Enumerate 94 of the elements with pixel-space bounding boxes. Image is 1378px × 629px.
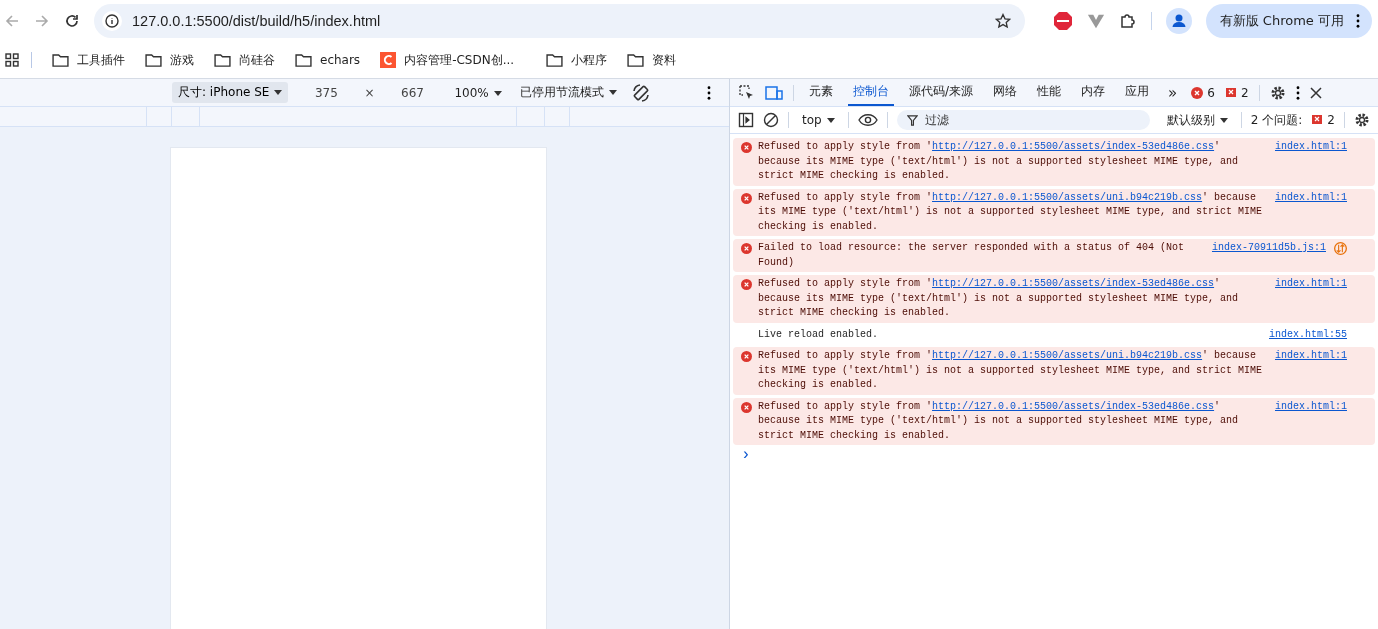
source-link[interactable]: index.html:1 xyxy=(1275,399,1347,414)
address-bar[interactable]: 127.0.0.1:5500/dist/build/h5/index.html xyxy=(94,4,1025,38)
clear-icon[interactable] xyxy=(763,112,779,128)
devtools-tab[interactable]: 内存 xyxy=(1076,79,1111,106)
devtools-tab[interactable]: 源代码/来源 xyxy=(904,79,979,106)
bookmark[interactable]: 内容管理-CSDN创... xyxy=(372,48,523,72)
url-link[interactable]: http://127.0.0.1:5500/assets/index-53ed486e.css xyxy=(932,400,1215,412)
device-toggle-icon[interactable] xyxy=(765,84,783,101)
bookmark[interactable]: 游戏 xyxy=(137,48,202,72)
more-icon[interactable] xyxy=(1295,85,1300,100)
bookmark[interactable]: 尚硅谷 xyxy=(206,48,283,72)
sidebar-icon[interactable] xyxy=(738,112,754,128)
rotate-icon[interactable] xyxy=(630,82,651,103)
devtools-tab[interactable]: 控制台 xyxy=(848,79,894,106)
close-icon[interactable] xyxy=(1309,86,1322,99)
source-link[interactable]: index.html:55 xyxy=(1269,327,1347,342)
devtools-tab[interactable]: 网络 xyxy=(988,79,1023,106)
message-text: Refused to apply style from 'http://127.0.0.1:5500/assets/uni.b94c219b.css' because its MIME type ('text/html') is not a supported stylesheet MIME type, and strict MIME checking is enabled. xyxy=(758,190,1263,234)
error-icon xyxy=(741,243,752,254)
update-chrome-button[interactable]: 有新版 Chrome 可用 xyxy=(1205,4,1372,38)
bookmark[interactable]: 工具插件 xyxy=(44,48,133,72)
url-text: 127.0.0.1:5500/dist/build/h5/index.html xyxy=(132,13,382,29)
message-text: Failed to load resource: the server responded with a status of 404 (Not Found) xyxy=(758,241,1186,270)
devtools-tab[interactable]: 应用 xyxy=(1120,79,1155,106)
folder-icon xyxy=(52,53,69,67)
error-icon xyxy=(741,192,752,204)
more-icon[interactable] xyxy=(707,85,711,100)
error-icon xyxy=(741,401,752,413)
zoom-dropdown[interactable]: 100% xyxy=(450,83,506,102)
error-icon xyxy=(1191,86,1204,99)
inspect-icon[interactable] xyxy=(739,84,755,101)
v-logo-icon[interactable] xyxy=(1086,12,1105,30)
issue-count[interactable]: 2 xyxy=(1224,85,1249,100)
caret-icon xyxy=(1219,117,1228,123)
eye-icon[interactable] xyxy=(857,113,878,127)
folder-icon xyxy=(627,53,645,67)
times-sign: × xyxy=(364,85,375,100)
filter-field[interactable]: 过滤 xyxy=(896,110,1150,130)
folder-icon xyxy=(295,53,312,67)
folder-icon xyxy=(145,53,162,67)
star-icon[interactable] xyxy=(994,13,1011,29)
stop-sign-icon[interactable] xyxy=(1052,11,1073,31)
devtools-tab[interactable]: 元素 xyxy=(804,79,838,106)
url-link[interactable]: http://127.0.0.1:5500/assets/index-53ed486e.css xyxy=(932,141,1215,152)
c-logo-icon xyxy=(380,52,397,68)
bookmark[interactable]: 资料 xyxy=(619,48,685,72)
filter-icon xyxy=(906,115,918,126)
url-link[interactable]: http://127.0.0.1:5500/assets/uni.b94c219b.css xyxy=(932,191,1203,203)
folder-icon xyxy=(546,53,564,67)
flag-icon xyxy=(1311,114,1324,126)
bookmark[interactable]: echars xyxy=(287,50,369,70)
url-link[interactable]: http://127.0.0.1:5500/assets/uni.b94c219b.css xyxy=(932,350,1203,361)
issues-count[interactable]: 2 xyxy=(1311,113,1335,127)
message-text: Refused to apply style from 'http://127.0.0.1:5500/assets/index-53ed486e.css' because its MIME type ('text/html') is not a supported stylesheet MIME type, and strict MIME checking is enabled. xyxy=(758,140,1240,183)
source-link[interactable]: index.html:1 xyxy=(1275,190,1347,205)
console-prompt[interactable]: › xyxy=(733,448,1375,463)
message-text: Refused to apply style from 'http://127.0.0.1:5500/assets/uni.b94c219b.css' because its MIME type ('text/html') is not a supported stylesheet MIME type, and strict MIME checking is enabled. xyxy=(758,349,1263,392)
bookmark[interactable]: 小程序 xyxy=(538,48,616,72)
context-dropdown[interactable]: top xyxy=(798,111,839,129)
more-tabs-button[interactable]: » xyxy=(1164,81,1182,104)
caret-icon xyxy=(493,90,502,96)
source-link[interactable]: index.html:1 xyxy=(1275,277,1347,292)
network-icon[interactable] xyxy=(1334,241,1347,255)
caret-icon xyxy=(274,90,283,95)
profile-icon[interactable] xyxy=(1165,8,1192,34)
settings-icon[interactable] xyxy=(1354,112,1370,128)
more-icon xyxy=(1356,14,1360,28)
source-link[interactable]: index.html:1 xyxy=(1275,349,1347,364)
error-icon xyxy=(741,142,752,153)
error-icon xyxy=(741,351,752,362)
apps-grid-icon[interactable] xyxy=(5,53,19,67)
error-count[interactable]: 6 xyxy=(1191,85,1215,100)
caret-icon xyxy=(826,118,835,123)
settings-icon[interactable] xyxy=(1269,84,1286,101)
reload-icon[interactable] xyxy=(64,13,80,29)
height-field[interactable]: 667 xyxy=(384,85,441,100)
source-link[interactable]: index.html:1 xyxy=(1275,140,1347,155)
message-text: Refused to apply style from 'http://127.0.0.1:5500/assets/index-53ed486e.css' because its MIME type ('text/html') is not a supported stylesheet MIME type, and strict MIME checking is enabled. xyxy=(758,399,1240,443)
puzzle-icon[interactable] xyxy=(1118,12,1137,30)
caret-icon xyxy=(608,90,617,95)
source-link[interactable]: index-70911d5b.js:1 xyxy=(1211,241,1326,256)
devtools-tab[interactable]: 性能 xyxy=(1032,79,1067,106)
url-link[interactable]: http://127.0.0.1:5500/assets/index-53ed486e.css xyxy=(932,278,1215,289)
flag-icon xyxy=(1224,86,1237,99)
folder-icon xyxy=(214,53,231,67)
message-text: Live reload enabled. xyxy=(758,327,880,342)
throttling-dropdown[interactable]: 已停用节流模式 xyxy=(515,82,621,103)
message-text: Refused to apply style from 'http://127.0.0.1:5500/assets/index-53ed486e.css' because its MIME type ('text/html') is not a supported stylesheet MIME type, and strict MIME checking is enabled. xyxy=(758,277,1240,320)
error-icon xyxy=(741,279,752,290)
device-dropdown[interactable]: 尺寸: iPhone SE xyxy=(172,82,289,103)
width-field[interactable]: 375 xyxy=(298,85,355,100)
info-icon[interactable] xyxy=(102,11,122,31)
level-dropdown[interactable]: 默认级别 xyxy=(1162,109,1232,131)
issues-label: 2 个问题: xyxy=(1250,111,1303,129)
